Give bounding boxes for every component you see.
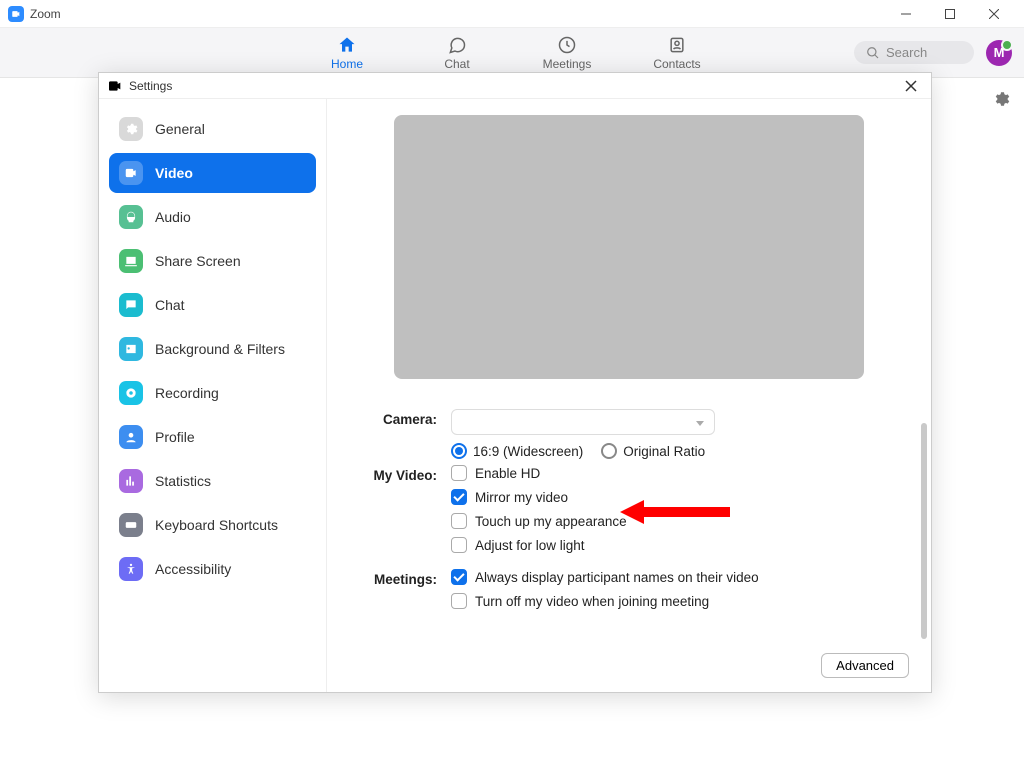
sidebar-item-audio[interactable]: Audio (109, 197, 316, 237)
home-icon (337, 35, 357, 55)
check-label: Enable HD (475, 466, 540, 481)
settings-gear-icon[interactable] (992, 90, 1010, 113)
sidebar-item-video[interactable]: Video (109, 153, 316, 193)
chat-icon (447, 35, 467, 55)
settings-content: Camera: 16:9 (Widescreen)Original Ratio … (327, 99, 931, 692)
close-button[interactable] (972, 0, 1016, 28)
camera-label: Camera: (355, 409, 451, 459)
sidebar-item-label: Video (155, 165, 193, 181)
sidebar-item-keyboard-shortcuts[interactable]: Keyboard Shortcuts (109, 505, 316, 545)
myvideo-check-3[interactable]: Adjust for low light (451, 537, 903, 553)
myvideo-label: My Video: (355, 465, 451, 553)
sidebar-item-label: Audio (155, 209, 191, 225)
sidebar-item-statistics[interactable]: Statistics (109, 461, 316, 501)
camera-select[interactable] (451, 409, 715, 435)
radio-label: 16:9 (Widescreen) (473, 444, 583, 459)
search-input[interactable]: Search (854, 41, 974, 64)
sidebar-item-share-screen[interactable]: Share Screen (109, 241, 316, 281)
radio-label: Original Ratio (623, 444, 705, 459)
nav-meetings[interactable]: Meetings (542, 35, 592, 71)
gear-icon (119, 117, 143, 141)
myvideo-check-1[interactable]: Mirror my video (451, 489, 903, 505)
video-preview (394, 115, 864, 379)
sidebar-item-chat[interactable]: Chat (109, 285, 316, 325)
share-icon (119, 249, 143, 273)
avatar-initial: M (994, 45, 1005, 60)
nav-label: Meetings (543, 57, 592, 71)
advanced-button[interactable]: Advanced (821, 653, 909, 678)
settings-sidebar: General Video Audio Share Screen Chat Backgro… (99, 99, 327, 692)
stats-icon (119, 469, 143, 493)
search-placeholder: Search (886, 45, 927, 60)
kbd-icon (119, 513, 143, 537)
sidebar-item-general[interactable]: General (109, 109, 316, 149)
settings-title: Settings (129, 79, 899, 93)
profile-icon (119, 425, 143, 449)
sidebar-item-label: Accessibility (155, 561, 231, 577)
checkbox-icon (451, 569, 467, 585)
check-label: Turn off my video when joining meeting (475, 594, 709, 609)
meetings-check-1[interactable]: Turn off my video when joining meeting (451, 593, 903, 609)
sidebar-item-label: General (155, 121, 205, 137)
sidebar-item-profile[interactable]: Profile (109, 417, 316, 457)
check-label: Touch up my appearance (475, 514, 627, 529)
minimize-button[interactable] (884, 0, 928, 28)
settings-close-button[interactable] (899, 74, 923, 98)
nav-tabs: Home Chat Meetings Contacts (322, 35, 702, 71)
clock-icon (557, 35, 577, 55)
checkbox-icon (451, 513, 467, 529)
settings-modal: Settings General Video Audio Share Screen Ch… (98, 72, 932, 693)
sidebar-item-label: Background & Filters (155, 341, 285, 357)
search-icon (866, 46, 880, 60)
nav-home[interactable]: Home (322, 35, 372, 71)
window-title: Zoom (30, 7, 884, 21)
aspect-radio-1[interactable]: Original Ratio (601, 443, 705, 459)
settings-titlebar: Settings (99, 73, 931, 99)
video-icon (119, 161, 143, 185)
main-navbar: Home Chat Meetings Contacts Search M (0, 28, 1024, 78)
contacts-icon (667, 35, 687, 55)
check-label: Mirror my video (475, 490, 568, 505)
nav-contacts[interactable]: Contacts (652, 35, 702, 71)
sidebar-item-background-filters[interactable]: Background & Filters (109, 329, 316, 369)
sidebar-item-accessibility[interactable]: Accessibility (109, 549, 316, 589)
audio-icon (119, 205, 143, 229)
nav-label: Contacts (653, 57, 700, 71)
sidebar-item-recording[interactable]: Recording (109, 373, 316, 413)
sidebar-item-label: Recording (155, 385, 219, 401)
chat-icon (119, 293, 143, 317)
nav-label: Home (331, 57, 363, 71)
nav-label: Chat (444, 57, 469, 71)
record-icon (119, 381, 143, 405)
radio-icon (451, 443, 467, 459)
avatar[interactable]: M (986, 40, 1012, 66)
maximize-button[interactable] (928, 0, 972, 28)
nav-chat[interactable]: Chat (432, 35, 482, 71)
checkbox-icon (451, 465, 467, 481)
window-controls (884, 0, 1016, 28)
sidebar-item-label: Profile (155, 429, 195, 445)
check-label: Adjust for low light (475, 538, 585, 553)
sidebar-item-label: Chat (155, 297, 185, 313)
checkbox-icon (451, 489, 467, 505)
checkbox-icon (451, 593, 467, 609)
bg-icon (119, 337, 143, 361)
titlebar: Zoom (0, 0, 1024, 28)
a11y-icon (119, 557, 143, 581)
zoom-app-icon (107, 78, 123, 94)
myvideo-check-0[interactable]: Enable HD (451, 465, 903, 481)
scrollbar[interactable] (921, 423, 927, 639)
zoom-app-icon (8, 6, 24, 22)
checkbox-icon (451, 537, 467, 553)
sidebar-item-label: Keyboard Shortcuts (155, 517, 278, 533)
check-label: Always display participant names on thei… (475, 570, 759, 585)
sidebar-item-label: Share Screen (155, 253, 241, 269)
aspect-radio-0[interactable]: 16:9 (Widescreen) (451, 443, 583, 459)
sidebar-item-label: Statistics (155, 473, 211, 489)
meetings-check-0[interactable]: Always display participant names on thei… (451, 569, 903, 585)
radio-icon (601, 443, 617, 459)
meetings-label: Meetings: (355, 569, 451, 609)
myvideo-check-2[interactable]: Touch up my appearance (451, 513, 903, 529)
